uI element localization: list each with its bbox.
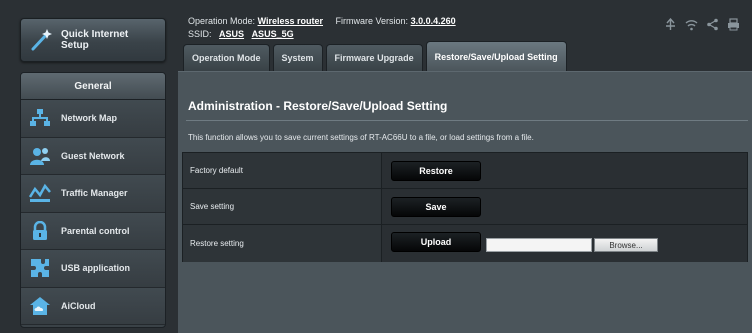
ssid-2g-link[interactable]: ASUS	[219, 29, 244, 39]
file-path-input[interactable]	[486, 238, 592, 252]
table-row: Factory default Restore	[183, 153, 747, 189]
sidebar-item-label: Guest Network	[61, 150, 125, 161]
printer-status-icon[interactable]	[727, 18, 740, 31]
share-status-icon[interactable]	[706, 18, 719, 31]
firmware-version-label: Firmware Version:	[335, 16, 409, 26]
operation-mode-link[interactable]: Wireless router	[258, 16, 323, 26]
save-button[interactable]: Save	[391, 196, 481, 217]
tab-bar: Operation Mode System Firmware Upgrade R…	[183, 41, 570, 71]
quick-internet-setup-button[interactable]: Quick Internet Setup	[20, 18, 166, 62]
sidebar-item-label: Network Map	[61, 113, 118, 124]
ssid-label: SSID:	[188, 29, 212, 39]
sidebar-item-label: USB application	[61, 263, 131, 274]
aicloud-icon	[29, 295, 51, 317]
status-icons	[664, 18, 740, 31]
status-bar: Operation Mode: Wireless router Firmware…	[188, 15, 456, 41]
general-menu-title: General	[21, 73, 165, 100]
sidebar: Quick Internet Setup General Network Map	[0, 0, 178, 333]
usb-status-icon[interactable]	[664, 18, 677, 31]
quick-internet-setup-label: Quick Internet Setup	[61, 29, 129, 51]
tab-system[interactable]: System	[272, 44, 323, 71]
tab-operation-mode[interactable]: Operation Mode	[183, 44, 270, 71]
sidebar-item-traffic-manager[interactable]: Traffic Manager	[21, 175, 165, 213]
sidebar-item-usb-application[interactable]: USB application	[21, 250, 165, 288]
title-divider	[186, 120, 748, 121]
sidebar-item-label: AiCloud	[61, 300, 96, 311]
table-row: Restore setting Upload Browse...	[183, 225, 747, 262]
restore-setting-label: Restore setting	[183, 225, 382, 262]
sidebar-item-parental-control[interactable]: Parental control	[21, 212, 165, 250]
main-panel: Administration - Restore/Save/Upload Set…	[178, 71, 752, 333]
page-title: Administration - Restore/Save/Upload Set…	[188, 99, 448, 113]
traffic-manager-icon	[29, 182, 51, 204]
guest-network-icon	[29, 145, 51, 167]
usb-application-icon	[29, 257, 51, 279]
sidebar-item-aicloud[interactable]: AiCloud	[21, 287, 165, 325]
wand-icon	[27, 26, 55, 54]
restore-button[interactable]: Restore	[391, 160, 481, 181]
browse-button[interactable]: Browse...	[594, 238, 658, 252]
sidebar-item-guest-network[interactable]: Guest Network	[21, 137, 165, 175]
network-map-icon	[29, 107, 51, 129]
sidebar-item-label: Parental control	[61, 225, 130, 236]
wifi-status-icon[interactable]	[685, 18, 698, 31]
factory-default-label: Factory default	[183, 153, 382, 188]
table-row: Save setting Save	[183, 189, 747, 225]
ssid-5g-link[interactable]: ASUS_5G	[252, 29, 294, 39]
sidebar-item-label: Traffic Manager	[61, 188, 128, 199]
firmware-version-link[interactable]: 3.0.0.4.260	[411, 16, 456, 26]
upload-button[interactable]: Upload	[391, 232, 481, 252]
tab-restore-save-upload[interactable]: Restore/Save/Upload Setting	[425, 41, 567, 71]
operation-mode-label: Operation Mode:	[188, 16, 256, 26]
tab-firmware-upgrade[interactable]: Firmware Upgrade	[325, 44, 423, 71]
settings-table: Factory default Restore Save setting Sav…	[182, 152, 748, 262]
sidebar-item-network-map[interactable]: Network Map	[21, 100, 165, 138]
parental-control-icon	[29, 220, 51, 242]
general-menu: General Network Map Guest Network Traffi…	[20, 72, 166, 328]
save-setting-label: Save setting	[183, 189, 382, 224]
page-description: This function allows you to save current…	[188, 133, 534, 142]
